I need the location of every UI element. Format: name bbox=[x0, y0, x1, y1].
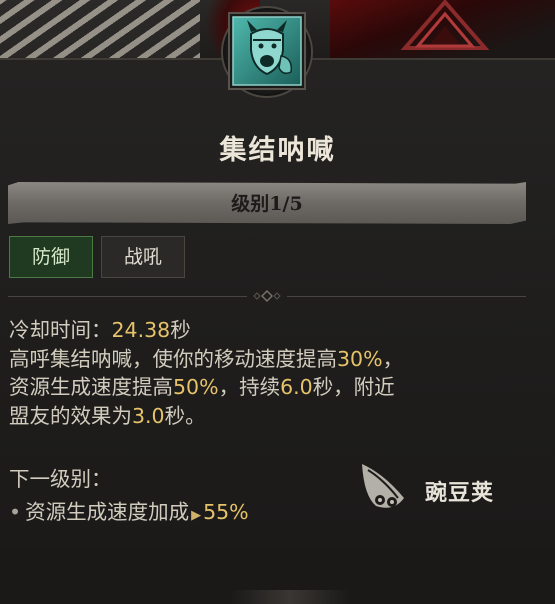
description-line-3: 盟友的效果为3.0秒。 bbox=[9, 402, 539, 431]
next-level-stat-label: 资源生成速度加成 bbox=[25, 500, 190, 524]
desc-text: ，持续 bbox=[218, 375, 281, 399]
description-line-2: 资源生成速度提高50%，持续6.0秒，附近 bbox=[9, 373, 539, 402]
cooldown-unit: 秒 bbox=[170, 318, 191, 342]
backdrop-stripes bbox=[0, 0, 200, 60]
desc-text: 资源生成速度提高 bbox=[9, 375, 173, 399]
tag-warcry[interactable]: 战吼 bbox=[101, 236, 185, 278]
duration-value: 6.0 bbox=[280, 375, 313, 399]
next-level-stat: • 资源生成速度加成 ▶55% bbox=[9, 496, 409, 532]
cooldown-line: 冷却时间：24.38秒 bbox=[9, 316, 539, 345]
divider-diamond-icon bbox=[247, 289, 287, 303]
desc-text: 盟友的效果为 bbox=[9, 403, 132, 428]
description-line-1: 高呼集结呐喊，使你的移动速度提高30%， bbox=[9, 345, 539, 374]
resource-gen-value: 50% bbox=[173, 375, 219, 399]
next-level-section: 下一级别： • 资源生成速度加成 ▶55% bbox=[9, 463, 409, 532]
ally-duration-value: 3.0 bbox=[132, 403, 165, 428]
desc-text: 高呼集结呐喊，使你的移动速度提高 bbox=[9, 346, 337, 371]
move-speed-value: 30% bbox=[337, 346, 383, 371]
backdrop-emblem-icon bbox=[400, 0, 490, 50]
cooldown-value: 24.38 bbox=[111, 318, 171, 342]
skill-description: 冷却时间：24.38秒 高呼集结呐喊，使你的移动速度提高30%， 资源生成速度提… bbox=[9, 316, 539, 430]
watermark-text: 豌豆荚 bbox=[425, 481, 495, 506]
arrow-right-icon: ▶ bbox=[191, 508, 202, 523]
tag-defense[interactable]: 防御 bbox=[9, 236, 93, 278]
skill-name: 集结呐喊 bbox=[219, 135, 336, 166]
desc-text: 秒，附近 bbox=[312, 375, 395, 399]
skill-level-label: 级别1/5 bbox=[231, 193, 303, 215]
panel-bottom-ornament bbox=[230, 590, 350, 604]
skill-icon-frame[interactable] bbox=[221, 6, 313, 98]
desc-text: 秒。 bbox=[164, 403, 206, 428]
next-level-heading: 下一级别： bbox=[9, 467, 112, 491]
next-level-stat-value: 55% bbox=[203, 500, 249, 524]
cooldown-label: 冷却时间： bbox=[9, 318, 112, 342]
desc-text: ， bbox=[382, 346, 404, 371]
bullet-icon: • bbox=[9, 500, 22, 524]
horned-helmet-shouting-face-icon bbox=[221, 6, 313, 98]
